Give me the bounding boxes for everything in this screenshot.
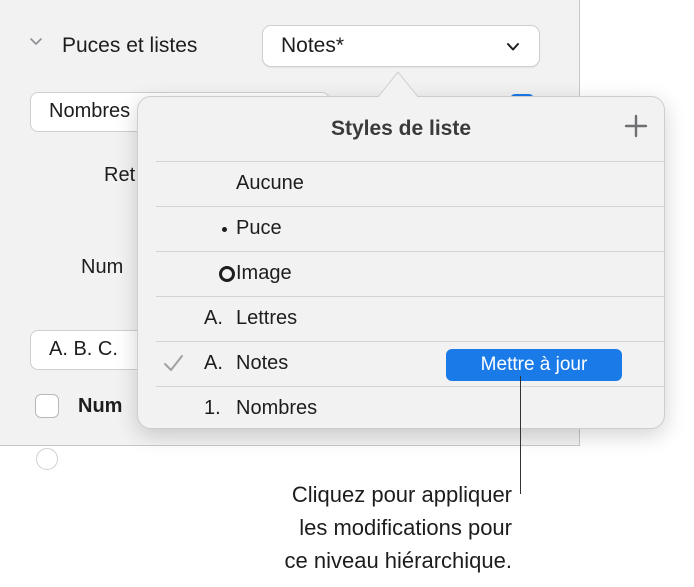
indent-label: Ret: [104, 164, 136, 186]
list-style-item-nombres[interactable]: 1. Nombres: [156, 386, 664, 431]
list-style-marker: A.: [204, 307, 223, 329]
number-format-value: A. B. C.: [49, 338, 118, 360]
list-style-item-aucune[interactable]: Aucune: [156, 161, 664, 206]
list-style-label: Aucune: [236, 172, 304, 194]
list-styles-list: Aucune Puce Image A. Lettres A. Notes Me…: [156, 161, 664, 431]
list-style-item-image[interactable]: Image: [156, 251, 664, 296]
numbering-checkbox[interactable]: [35, 394, 59, 418]
popover-arrow: [378, 71, 418, 98]
chevron-down-icon: [507, 43, 519, 51]
list-styles-popover: Styles de liste Aucune Puce Image A. Let…: [137, 96, 665, 429]
numbering-checkbox-label: Num: [78, 395, 123, 417]
bullet-dot-icon: [222, 227, 227, 232]
list-style-marker: 1.: [204, 397, 221, 419]
callout-line: les modifications pour: [299, 515, 512, 540]
callout-text: Cliquez pour appliquer les modifications…: [140, 478, 512, 577]
list-style-label: Notes: [236, 352, 289, 374]
list-style-marker: A.: [204, 352, 223, 374]
chevron-down-icon[interactable]: [28, 34, 44, 50]
bullet-type-value: Nombres: [49, 100, 131, 122]
list-style-popup[interactable]: Notes*: [262, 25, 540, 67]
callout-line: Cliquez pour appliquer: [291, 482, 512, 507]
circle-image-icon: [219, 266, 235, 282]
plus-icon[interactable]: [623, 113, 649, 139]
list-style-label: Nombres: [236, 397, 318, 419]
list-style-label: Puce: [236, 217, 282, 239]
update-style-button[interactable]: Mettre à jour: [446, 349, 622, 381]
checkmark-icon: [164, 355, 183, 371]
numbering-label: Num: [81, 256, 124, 278]
list-style-item-notes[interactable]: A. Notes Mettre à jour: [156, 341, 664, 386]
popover-title: Styles de liste: [330, 117, 472, 140]
list-style-label: Lettres: [236, 307, 298, 329]
list-style-label: Image: [236, 262, 292, 284]
callout-line: ce niveau hiérarchique.: [284, 548, 512, 573]
list-style-popup-value: Notes*: [281, 34, 345, 57]
section-title: Puces et listes: [62, 34, 198, 57]
callout-leader-line: [520, 376, 521, 494]
radio-button[interactable]: [36, 448, 58, 470]
list-style-item-puce[interactable]: Puce: [156, 206, 664, 251]
list-style-item-lettres[interactable]: A. Lettres: [156, 296, 664, 341]
